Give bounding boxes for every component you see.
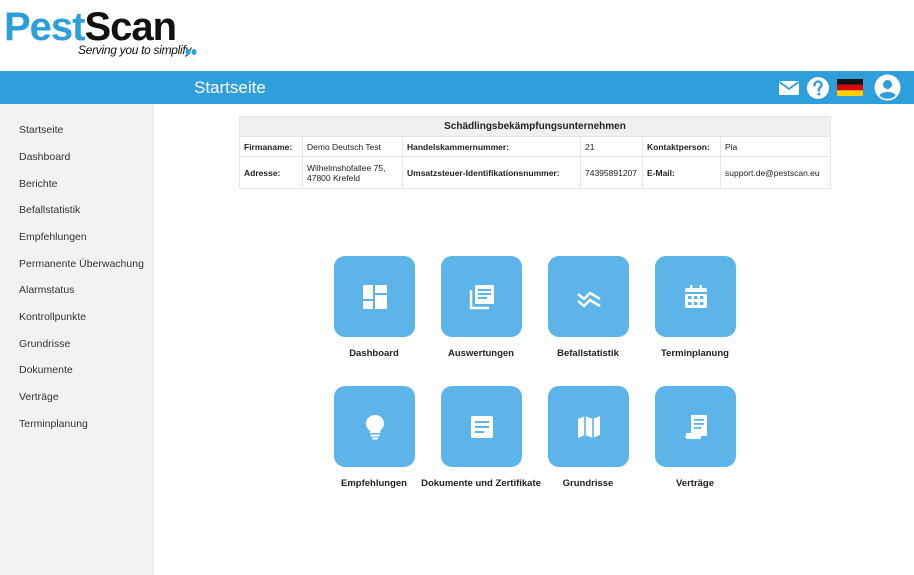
- tile-terminplanung[interactable]: [655, 256, 736, 337]
- sidebar-item-kontrollpunkte[interactable]: Kontrollpunkte: [19, 311, 86, 323]
- page-title: Startseite: [194, 78, 266, 97]
- sidebar-item-vertraege[interactable]: Verträge: [19, 391, 59, 403]
- tile-label-vertraege: Verträge: [675, 478, 715, 489]
- email-value: support.de@pestscan.eu: [720, 156, 831, 189]
- reports-icon: [469, 284, 494, 309]
- tile-label-dashboard: Dashboard: [349, 348, 399, 359]
- tile-label-befallstatistik: Befallstatistik: [557, 348, 619, 359]
- mail-icon[interactable]: [777, 76, 801, 100]
- tile-dashboard[interactable]: [334, 256, 415, 337]
- tile-dokumente-und-zertifikate[interactable]: [441, 386, 522, 467]
- sidebar-item-dokumente[interactable]: Dokumente: [19, 364, 73, 376]
- top-bar: Startseite: [0, 71, 914, 104]
- sidebar-item-alarmstatus[interactable]: Alarmstatus: [19, 284, 74, 296]
- sidebar-item-empfehlungen[interactable]: Empfehlungen: [19, 231, 87, 243]
- contract-icon: [684, 414, 707, 439]
- tile-empfehlungen[interactable]: [334, 386, 415, 467]
- ust-label: Umsatzsteuer-Identifikationsnummer:: [402, 156, 581, 189]
- kontaktperson-value: Pia: [720, 136, 831, 157]
- kontaktperson-label: Kontaktperson:: [642, 136, 721, 157]
- sidebar: Startseite Dashboard Berichte Befallstat…: [0, 104, 154, 575]
- sidebar-item-dashboard[interactable]: Dashboard: [19, 151, 70, 163]
- map-icon: [577, 415, 600, 438]
- tile-grundrisse[interactable]: [548, 386, 629, 467]
- calendar-icon: [684, 284, 707, 308]
- tile-befallstatistik[interactable]: [548, 256, 629, 337]
- tile-label-dokumente-und-zertifikate: Dokumente und Zertifikate: [421, 478, 541, 489]
- logo-tagline: Serving you to simplify: [78, 43, 192, 57]
- dashboard-icon: [362, 284, 387, 309]
- german-flag-icon[interactable]: [837, 79, 863, 96]
- user-account-icon[interactable]: [874, 74, 901, 101]
- sidebar-item-grundrisse[interactable]: Grundrisse: [19, 338, 70, 350]
- tile-auswertungen[interactable]: [441, 256, 522, 337]
- document-icon: [470, 415, 493, 438]
- handelskammer-value: 21: [580, 136, 643, 157]
- firmaname-value: Demo Deutsch Test: [302, 136, 403, 157]
- help-icon[interactable]: [806, 76, 830, 100]
- handelskammer-label: Handelskammernummer:: [402, 136, 581, 157]
- logo-pest: Pest: [4, 5, 85, 49]
- lightbulb-icon: [365, 414, 384, 439]
- sidebar-item-startseite[interactable]: Startseite: [19, 124, 63, 136]
- sidebar-item-berichte[interactable]: Berichte: [19, 178, 58, 190]
- tile-label-grundrisse: Grundrisse: [562, 478, 614, 489]
- adresse-label: Adresse:: [239, 156, 303, 189]
- tile-vertraege[interactable]: [655, 386, 736, 467]
- email-label: E-Mail:: [642, 156, 721, 189]
- adresse-line-1: Wilhelmshofallee 75,: [307, 162, 386, 173]
- company-info-table: Schädlingsbekämpfungsunternehmen Firmana…: [239, 116, 831, 189]
- company-table-heading: Schädlingsbekämpfungsunternehmen: [239, 116, 831, 137]
- ust-value: 74395891207: [580, 156, 643, 189]
- firmaname-label: Firmaname:: [239, 136, 303, 157]
- adresse-line-2: 47800 Krefeld: [307, 172, 360, 183]
- tile-label-terminplanung: Terminplanung: [661, 348, 729, 359]
- sidebar-item-befallstatistik[interactable]: Befallstatistik: [19, 204, 80, 216]
- tile-label-auswertungen: Auswertungen: [448, 348, 514, 359]
- statistics-icon: [576, 291, 601, 307]
- adresse-value: Wilhelmshofallee 75, 47800 Krefeld: [302, 156, 403, 189]
- sidebar-item-terminplanung[interactable]: Terminplanung: [19, 418, 88, 430]
- tile-label-empfehlungen: Empfehlungen: [341, 478, 407, 489]
- logo: PestScan Serving you to simplify: [0, 0, 914, 71]
- sidebar-item-permanente-ueberwachung[interactable]: Permanente Überwachung: [19, 258, 144, 270]
- bug-icon: [185, 49, 197, 55]
